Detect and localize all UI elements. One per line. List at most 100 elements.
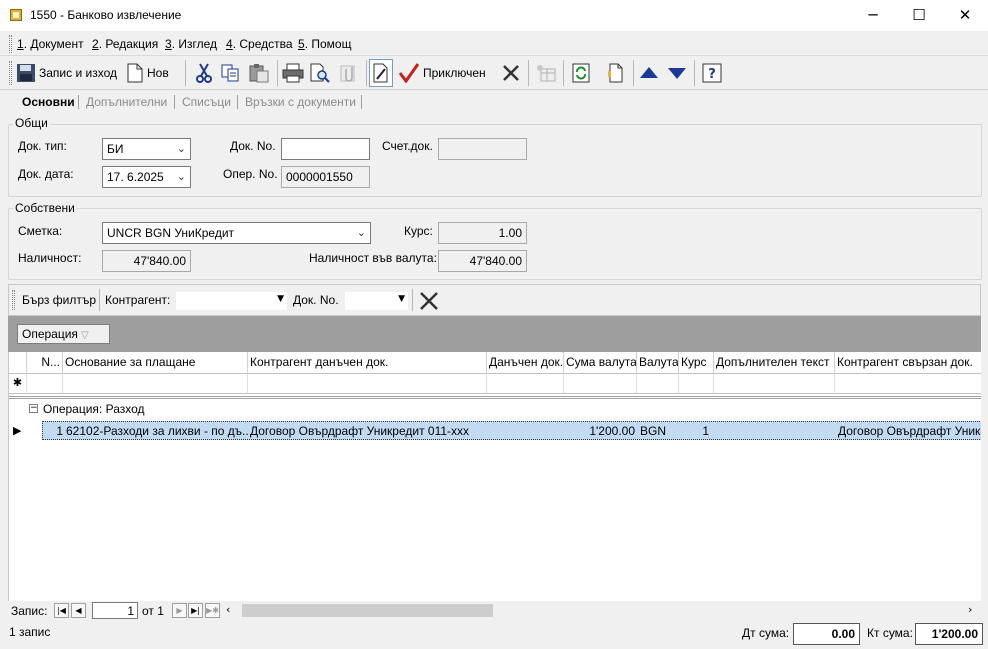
tab-document-links[interactable]: Връзки с документи — [245, 95, 356, 109]
menu-grip[interactable] — [9, 35, 12, 53]
group-by-area: Операция ▽ — [8, 316, 981, 352]
toolbar-grip[interactable] — [9, 61, 12, 85]
new-row-cell[interactable] — [714, 374, 835, 394]
group-chip-label: Операция — [22, 327, 78, 341]
col-header-rate[interactable]: Курс — [679, 352, 714, 374]
tab-main[interactable]: Основни — [22, 95, 75, 109]
acc-doc-label: Счет.док. — [382, 139, 433, 153]
menu-help[interactable]: 5. Помощ — [298, 37, 351, 51]
new-row-cell[interactable] — [27, 374, 63, 394]
new-row-cell[interactable] — [487, 374, 564, 394]
col-header-contractor-tax[interactable]: Контрагент данъчен док. — [248, 352, 487, 374]
doc-date-picker[interactable]: 17. 6.2025 ⌄ — [102, 166, 191, 188]
minimize-button[interactable]: ─ — [850, 0, 896, 31]
last-record-icon[interactable]: ▶| — [188, 603, 203, 618]
doc-type-select[interactable]: БИ ⌄ — [102, 138, 191, 160]
col-header-tax-doc[interactable]: Данъчен док... — [487, 352, 564, 374]
filter-grip[interactable] — [12, 290, 15, 310]
new-row-cell[interactable] — [63, 374, 248, 394]
tab-lists[interactable]: Списъци — [182, 95, 231, 109]
toolbar-separator — [277, 60, 278, 86]
new-record-icon[interactable]: ▶✱ — [205, 603, 220, 618]
col-header-currency[interactable]: Валута — [637, 352, 679, 374]
close-button[interactable]: ✕ — [942, 0, 988, 31]
tab-separator — [78, 95, 79, 109]
doc-type-label: Док. тип: — [18, 139, 67, 153]
cell-contractor-tax[interactable]: Договор Овърдрафт Уникредит 011-xxx — [250, 424, 487, 438]
table-row[interactable]: 1 62102-Разходи за лихви - по дъ... Дого… — [42, 421, 981, 440]
svg-text:?: ? — [708, 67, 716, 82]
cell-n[interactable]: 1 — [43, 424, 63, 438]
new-row-cell[interactable] — [835, 374, 981, 394]
collapse-icon[interactable]: − — [29, 404, 38, 413]
next-record-icon[interactable]: ▶ — [172, 603, 187, 618]
grid-indicator-header — [9, 352, 27, 374]
menu-view[interactable]: 3. Изглед — [165, 37, 217, 51]
doc-no-input[interactable] — [281, 138, 370, 160]
toolbar-separator — [694, 60, 695, 86]
edit-mode-button[interactable] — [369, 59, 393, 87]
save-exit-button[interactable]: Запис и изход — [16, 59, 122, 87]
new-document-icon — [127, 63, 143, 83]
cut-button[interactable] — [192, 59, 216, 87]
col-header-contractor-linked[interactable]: Контрагент свързан док. — [835, 352, 981, 374]
account-label: Сметка: — [18, 224, 63, 238]
cell-amount[interactable]: 1'200.00 — [565, 424, 635, 438]
current-record-input[interactable]: 1 — [92, 602, 138, 619]
cancel-button[interactable] — [499, 59, 523, 87]
scroll-left-icon[interactable]: ‹ — [226, 603, 230, 616]
edit-document-icon — [373, 63, 388, 83]
print-preview-button[interactable] — [308, 59, 332, 87]
menu-document[interactable]: 1. Документ — [17, 37, 84, 51]
help-button[interactable]: ? — [700, 59, 724, 87]
first-record-icon[interactable]: |◀ — [54, 603, 69, 618]
arrow-down-icon — [668, 68, 686, 79]
col-header-amount[interactable]: Сума валута — [564, 352, 637, 374]
col-header-n[interactable]: N... — [27, 352, 63, 374]
prev-record-icon[interactable]: ◀ — [71, 603, 86, 618]
menu-edit[interactable]: 2. Редакция — [92, 37, 158, 51]
new-row-cell[interactable] — [564, 374, 637, 394]
new-row-marker: ✱ — [9, 374, 27, 394]
new-button[interactable]: Нов — [126, 59, 180, 87]
maximize-button[interactable]: ☐ — [896, 0, 942, 31]
app-icon — [10, 9, 22, 21]
paste-button[interactable] — [246, 59, 272, 87]
cell-currency[interactable]: BGN — [640, 424, 680, 438]
debit-sum-label: Дт сума: — [742, 626, 790, 640]
new-row-cell[interactable] — [637, 374, 679, 394]
scroll-right-icon[interactable]: › — [968, 603, 972, 616]
filter-docno-combo[interactable]: ▼ — [345, 292, 408, 310]
horizontal-scrollbar-thumb[interactable] — [242, 604, 493, 617]
tab-separator — [361, 95, 362, 109]
menu-tools[interactable]: 4. Средства — [226, 37, 293, 51]
finished-button[interactable]: Приключен — [398, 59, 494, 87]
col-header-extra-text[interactable]: Допълнителен текст — [714, 352, 835, 374]
availability-label: Наличност: — [18, 251, 82, 265]
chevron-down-icon: ⌄ — [356, 226, 366, 239]
account-select[interactable]: UNCR BGN УниКредит ⌄ — [102, 222, 371, 244]
tab-additional[interactable]: Допълнителни — [86, 95, 167, 109]
col-header-basis[interactable]: Основание за плащане — [63, 352, 248, 374]
group-by-operation-chip[interactable]: Операция ▽ — [17, 324, 110, 344]
group-row-expense[interactable]: − Операция: Разход — [9, 400, 981, 419]
blank-document-button[interactable] — [604, 59, 628, 87]
refresh-button[interactable] — [569, 59, 593, 87]
cell-contractor-linked[interactable]: Договор Овърдрафт Уникр — [838, 424, 981, 438]
dropdown-arrow-icon: ▼ — [398, 294, 405, 304]
record-count: 1 запис — [9, 625, 51, 639]
new-row-cell[interactable] — [248, 374, 487, 394]
print-button[interactable] — [281, 59, 305, 87]
cell-rate[interactable]: 1 — [680, 424, 713, 438]
cell-basis[interactable]: 62102-Разходи за лихви - по дъ... — [66, 424, 248, 438]
table-settings-button[interactable] — [533, 59, 559, 87]
attach-button[interactable] — [336, 59, 362, 87]
clear-filter-button[interactable] — [419, 291, 439, 311]
filter-contractor-combo[interactable]: ▼ — [176, 292, 287, 310]
move-up-button[interactable] — [638, 59, 660, 87]
copy-button[interactable] — [218, 59, 242, 87]
availability-field: 47'840.00 — [102, 250, 191, 272]
new-row-cell[interactable] — [679, 374, 714, 394]
move-down-button[interactable] — [666, 59, 688, 87]
doc-date-value: 17. 6.2025 — [107, 170, 164, 184]
